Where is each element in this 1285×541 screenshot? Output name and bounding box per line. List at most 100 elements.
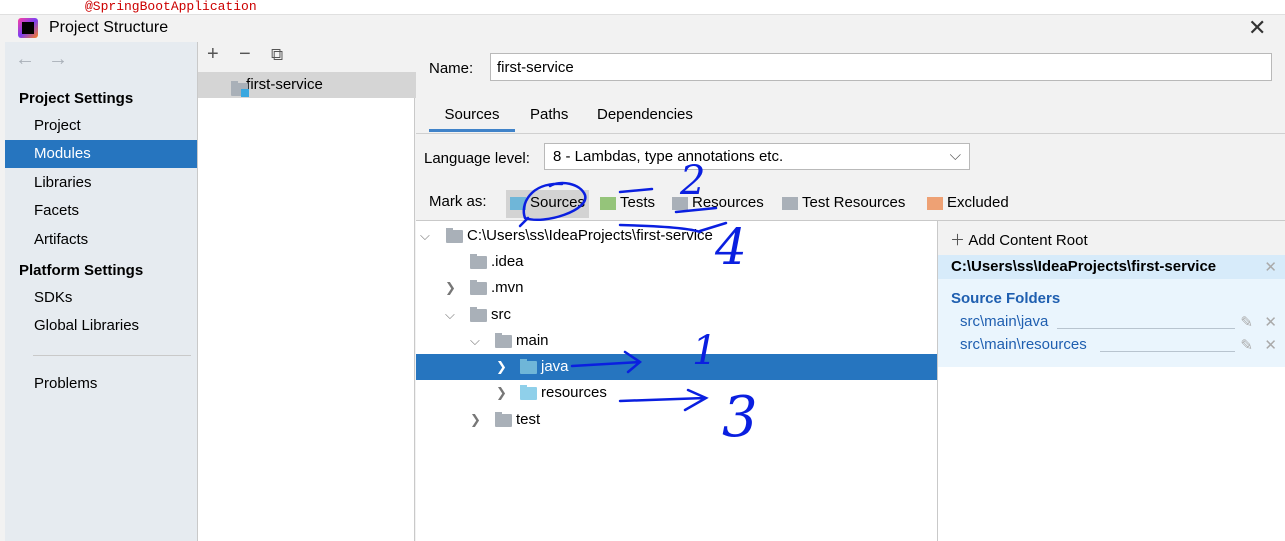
tree-label: test [516, 411, 541, 428]
folder-icon [495, 333, 512, 348]
tree-row-selected[interactable]: ❯ java [416, 354, 937, 380]
tree-row[interactable]: ❯ .mvn [416, 275, 937, 301]
annotation-1: 1 [692, 328, 718, 374]
language-level-select[interactable]: 8 - Lambdas, type annotations etc. ⌵ [544, 143, 970, 170]
mark-excluded-button[interactable]: Excluded [923, 190, 1013, 218]
title-bar: Project Structure ✕ [5, 15, 1285, 42]
folder-icon [520, 385, 537, 400]
tree-label: .mvn [491, 279, 524, 296]
content-root: C:\Users\ss\IdeaProjects\first-service ✕ … [938, 255, 1285, 367]
tree-label: main [516, 332, 549, 349]
mark-tests-button[interactable]: Tests [596, 190, 659, 218]
tree-row[interactable]: .idea [416, 249, 937, 275]
chevron-down-icon[interactable]: ⌵ [445, 302, 455, 328]
copy-module-button[interactable]: ⧉ [271, 45, 283, 65]
edit-icon[interactable]: ✎ [1240, 336, 1253, 354]
source-tree: ⌵ C:\Users\ss\IdeaProjects\first-service … [416, 220, 937, 541]
tree-row[interactable]: ❯ test [416, 407, 937, 433]
mark-sources-button[interactable]: Sources [506, 190, 590, 218]
annotation-2: 2 [680, 158, 706, 204]
close-button[interactable]: ✕ [1248, 15, 1266, 41]
source-folder-item[interactable]: src\main\java ✎ ✕ [960, 313, 1285, 331]
sidebar-item-global-libraries[interactable]: Global Libraries [5, 312, 197, 340]
window-title: Project Structure [49, 19, 169, 36]
name-input[interactable] [490, 53, 1272, 81]
module-item[interactable]: first-service [198, 72, 416, 98]
sidebar-item-modules[interactable]: Modules [5, 140, 197, 168]
module-label: first-service [246, 76, 323, 93]
source-folder-item[interactable]: src\main\resources ✎ ✕ [960, 336, 1285, 354]
remove-module-button[interactable]: − [239, 43, 251, 66]
section-project-settings: Project Settings [19, 90, 134, 107]
annotation-3: 3 [722, 385, 758, 450]
module-settings: Name: Sources Paths Dependencies Languag… [416, 42, 1285, 541]
sidebar-item-libraries[interactable]: Libraries [5, 169, 197, 197]
chevron-right-icon[interactable]: ❯ [496, 354, 507, 380]
tab-sources[interactable]: Sources [429, 106, 515, 132]
sidebar-item-problems[interactable]: Problems [5, 370, 197, 398]
remove-icon[interactable]: ✕ [1264, 313, 1277, 331]
tree-label: java [541, 358, 569, 375]
forward-icon[interactable]: → [48, 48, 68, 71]
mark-label: Tests [620, 194, 656, 211]
remove-icon[interactable]: ✕ [1264, 336, 1277, 354]
modules-panel: + − ⧉ first-service [197, 42, 416, 541]
mark-label: Sources [530, 194, 586, 211]
mark-test-resources-button[interactable]: Test Resources [778, 190, 909, 218]
annotation-4: 4 [715, 218, 747, 276]
name-label: Name: [429, 60, 474, 77]
divider [1057, 328, 1235, 329]
chevron-down-icon[interactable]: ⌵ [420, 223, 430, 249]
chevron-right-icon[interactable]: ❯ [470, 407, 481, 433]
remove-root-icon[interactable]: ✕ [1264, 258, 1277, 276]
sidebar-item-facets[interactable]: Facets [5, 197, 197, 225]
folder-icon [446, 228, 463, 243]
sidebar-item-project[interactable]: Project [5, 112, 197, 140]
add-content-root-label: Add Content Root [968, 232, 1088, 249]
sources-folder-icon [510, 197, 526, 210]
language-level-value: 8 - Lambdas, type annotations etc. [553, 148, 784, 165]
tree-label: resources [541, 384, 607, 401]
excluded-folder-icon [927, 197, 943, 210]
tree-row[interactable]: ❯ resources [416, 380, 937, 406]
back-icon[interactable]: ← [15, 48, 35, 71]
language-level-label: Language level: [424, 150, 530, 167]
sidebar-item-artifacts[interactable]: Artifacts [5, 226, 197, 254]
folder-icon [470, 307, 487, 322]
chevron-down-icon: ⌵ [949, 147, 961, 164]
tree-label: .idea [491, 253, 524, 270]
folder-icon [470, 280, 487, 295]
test-resources-folder-icon [782, 197, 798, 210]
source-folder-path: src\main\java [960, 313, 1049, 330]
edit-icon[interactable]: ✎ [1240, 313, 1253, 331]
module-folder-icon [231, 81, 249, 97]
tab-paths[interactable]: Paths [530, 106, 568, 132]
tree-row[interactable]: ⌵ C:\Users\ss\IdeaProjects\first-service [416, 223, 937, 249]
content-roots-panel: ＋ Add Content Root C:\Users\ss\IdeaProje… [937, 220, 1285, 541]
editor-text: @SpringBootApplication [85, 0, 257, 14]
tree-label: src [491, 306, 511, 323]
divider [1100, 351, 1235, 352]
chevron-right-icon[interactable]: ❯ [445, 275, 456, 301]
folder-icon [495, 412, 512, 427]
folder-icon [470, 254, 487, 269]
modules-toolbar: + − ⧉ [198, 42, 416, 72]
add-content-root-button[interactable]: ＋ Add Content Root [938, 221, 1285, 255]
intellij-logo-icon [18, 18, 38, 38]
tests-folder-icon [600, 197, 616, 210]
tab-dependencies[interactable]: Dependencies [597, 106, 693, 132]
source-folders-header: Source Folders [951, 290, 1061, 307]
sidebar: ← → Project Settings Project Modules Lib… [5, 42, 197, 541]
editor-background: @SpringBootApplication [0, 0, 1285, 15]
root-path-text: C:\Users\ss\IdeaProjects\first-service [951, 258, 1217, 275]
chevron-right-icon[interactable]: ❯ [496, 380, 507, 406]
add-module-button[interactable]: + [207, 43, 219, 66]
sidebar-item-sdks[interactable]: SDKs [5, 284, 197, 312]
content-root-path: C:\Users\ss\IdeaProjects\first-service ✕ [938, 255, 1285, 279]
section-platform-settings: Platform Settings [19, 262, 144, 279]
tree-row[interactable]: ⌵ main [416, 328, 937, 354]
source-folder-path: src\main\resources [960, 336, 1087, 353]
chevron-down-icon[interactable]: ⌵ [470, 328, 480, 354]
tree-row[interactable]: ⌵ src [416, 302, 937, 328]
divider [33, 355, 191, 356]
